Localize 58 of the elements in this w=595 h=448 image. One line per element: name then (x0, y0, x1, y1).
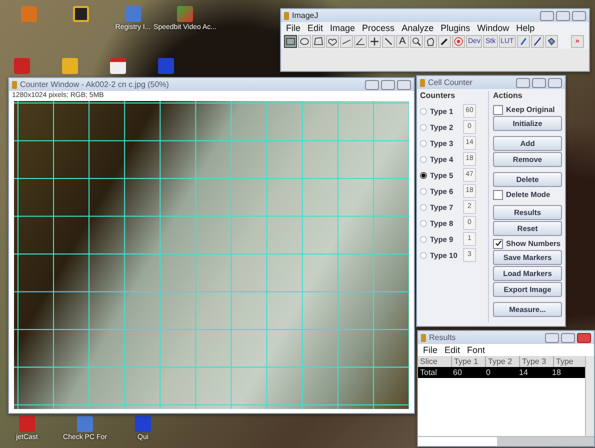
maximize-button[interactable] (556, 10, 570, 20)
freehand-tool-icon[interactable] (326, 35, 339, 48)
minimize-button[interactable] (516, 78, 530, 88)
point-tool-icon[interactable] (368, 35, 381, 48)
minimize-button[interactable] (545, 332, 559, 342)
window-title: Counter Window - Ak002-2 cn c.jpg (50%) (20, 80, 169, 89)
line-tool-icon[interactable] (340, 35, 353, 48)
tool-button[interactable]: A (396, 35, 409, 48)
table-cell-text: 14 (518, 367, 529, 378)
scrollbar[interactable] (418, 436, 594, 446)
menu-item[interactable]: Window (477, 23, 510, 33)
maximize-button[interactable] (561, 332, 575, 342)
app-icon[interactable] (73, 6, 89, 22)
column-header[interactable]: Slice (418, 356, 452, 367)
window-title: Cell Counter (428, 78, 472, 87)
table-row[interactable]: Total 60 0 14 18 (418, 367, 585, 378)
column-header[interactable]: Type (554, 356, 585, 367)
column-header[interactable]: Type 3 (520, 356, 554, 367)
maximize-button[interactable] (381, 80, 395, 90)
target-tool-icon[interactable] (452, 35, 465, 48)
close-button[interactable] (548, 78, 562, 88)
menu-item[interactable]: Help (516, 23, 535, 33)
zoom-tool-icon[interactable] (410, 35, 423, 48)
column-header[interactable]: Type 2 (486, 356, 520, 367)
minimize-button[interactable] (365, 80, 379, 90)
checkbox[interactable] (493, 238, 503, 248)
menu-item[interactable]: Edit (444, 345, 460, 355)
menu-item[interactable]: File (423, 345, 438, 355)
checkbox[interactable] (493, 104, 503, 114)
scrollbar[interactable] (585, 356, 594, 436)
column-header[interactable]: Type 1 (452, 356, 486, 367)
angle-tool-icon[interactable] (354, 35, 367, 48)
close-button[interactable] (397, 80, 411, 90)
menu-item[interactable]: Analyze (402, 23, 434, 33)
menu-item[interactable]: Edit (308, 23, 324, 33)
menu-item[interactable]: Process (362, 23, 395, 33)
menu-item[interactable]: Plugins (440, 23, 470, 33)
table-cell-text: 60 (452, 367, 463, 378)
menu-item[interactable]: Image (330, 23, 356, 33)
close-button[interactable] (577, 332, 591, 342)
checkbox[interactable] (493, 190, 503, 200)
minimize-button[interactable] (540, 10, 554, 20)
window-title: ImageJ (292, 11, 318, 20)
rect-tool-icon[interactable] (284, 35, 297, 48)
menu-item[interactable]: Font (467, 345, 486, 355)
table-cell-text: Total (419, 367, 438, 378)
section-heading: Actions (493, 91, 524, 100)
window-title: Results (429, 333, 456, 342)
radio-button[interactable] (420, 172, 427, 178)
polygon-tool-icon[interactable] (312, 35, 325, 48)
maximize-button[interactable] (532, 78, 546, 88)
oval-tool-icon[interactable] (298, 35, 311, 48)
menu-item[interactable]: File (286, 23, 301, 33)
table-cell-text: 0 (485, 367, 492, 378)
section-heading: Counters (420, 91, 456, 100)
table-cell-text: 18 (551, 367, 562, 378)
app-icon[interactable] (110, 58, 126, 74)
close-button[interactable] (572, 10, 586, 20)
